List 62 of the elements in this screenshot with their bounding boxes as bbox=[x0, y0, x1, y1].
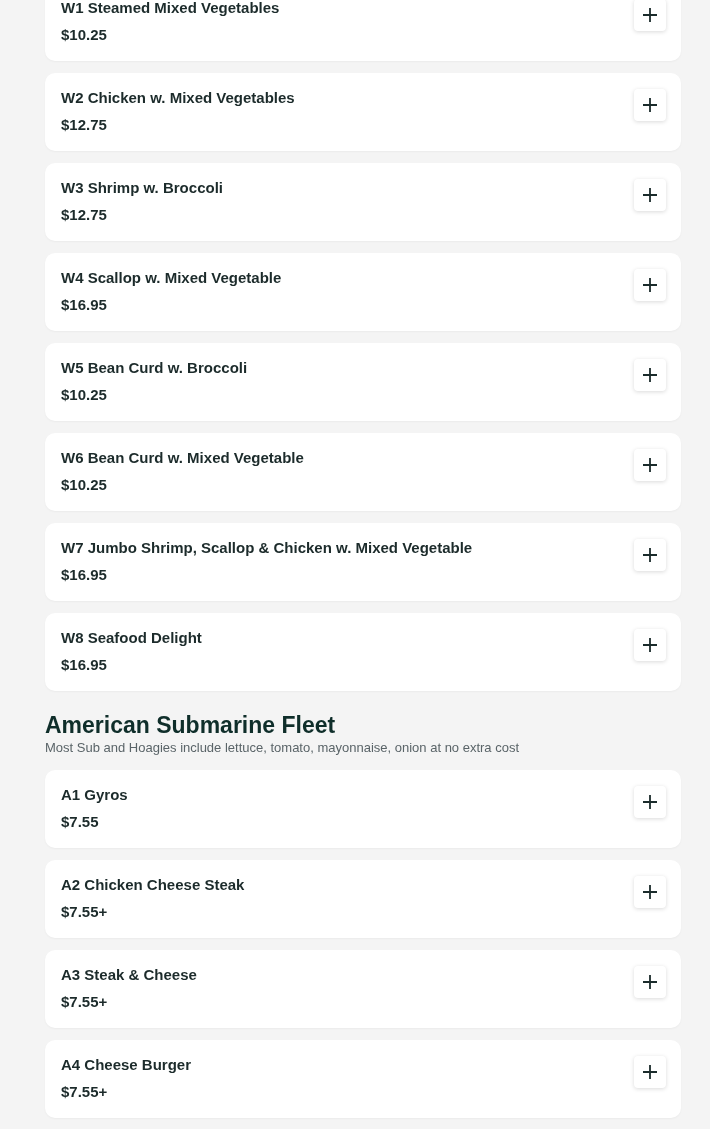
menu-item-card[interactable]: A3 Steak & Cheese $7.55+ bbox=[45, 950, 681, 1028]
item-name: W5 Bean Curd w. Broccoli bbox=[61, 358, 248, 378]
item-name: W8 Seafood Delight bbox=[61, 628, 202, 648]
item-name: W4 Scallop w. Mixed Vegetable bbox=[61, 268, 282, 288]
menu-item-card[interactable]: W1 Steamed Mixed Vegetables $10.25 bbox=[45, 0, 681, 61]
add-button[interactable] bbox=[634, 89, 666, 121]
item-price: $7.55+ bbox=[61, 992, 109, 1012]
plus-icon bbox=[642, 277, 658, 293]
item-price: $12.75 bbox=[61, 205, 108, 225]
item-price: $10.25 bbox=[61, 385, 108, 405]
plus-icon bbox=[642, 7, 658, 23]
plus-icon bbox=[642, 1064, 658, 1080]
menu-item-card[interactable]: W8 Seafood Delight $16.95 bbox=[45, 613, 681, 691]
item-price: $10.25 bbox=[61, 475, 108, 495]
menu-item-card[interactable]: A2 Chicken Cheese Steak $7.55+ bbox=[45, 860, 681, 938]
menu-item-card[interactable]: W3 Shrimp w. Broccoli $12.75 bbox=[45, 163, 681, 241]
plus-icon bbox=[642, 457, 658, 473]
item-price: $16.95 bbox=[61, 565, 108, 585]
add-button[interactable] bbox=[634, 966, 666, 998]
menu-item-card[interactable]: A4 Cheese Burger $7.55+ bbox=[45, 1040, 681, 1118]
item-name: A1 Gyros bbox=[61, 785, 128, 805]
item-price: $12.75 bbox=[61, 115, 108, 135]
add-button[interactable] bbox=[634, 539, 666, 571]
item-price: $16.95 bbox=[61, 295, 108, 315]
plus-icon bbox=[642, 547, 658, 563]
menu-item-card[interactable]: W6 Bean Curd w. Mixed Vegetable $10.25 bbox=[45, 433, 681, 511]
add-button[interactable] bbox=[634, 0, 666, 31]
plus-icon bbox=[642, 974, 658, 990]
add-button[interactable] bbox=[634, 1056, 666, 1088]
plus-icon bbox=[642, 884, 658, 900]
add-button[interactable] bbox=[634, 179, 666, 211]
add-button[interactable] bbox=[634, 269, 666, 301]
plus-icon bbox=[642, 97, 658, 113]
plus-icon bbox=[642, 187, 658, 203]
item-name: W1 Steamed Mixed Vegetables bbox=[61, 0, 280, 18]
section-title: American Submarine Fleet bbox=[45, 711, 337, 739]
item-price: $7.55 bbox=[61, 812, 100, 832]
add-button[interactable] bbox=[634, 876, 666, 908]
item-price: $10.25 bbox=[61, 25, 108, 45]
item-name: W7 Jumbo Shrimp, Scallop & Chicken w. Mixed Vegetable bbox=[61, 538, 473, 558]
item-name: W6 Bean Curd w. Mixed Vegetable bbox=[61, 448, 304, 468]
menu-item-card[interactable]: A1 Gyros $7.55 bbox=[45, 770, 681, 848]
item-price: $16.95 bbox=[61, 655, 108, 675]
item-name: W2 Chicken w. Mixed Vegetables bbox=[61, 88, 295, 108]
add-button[interactable] bbox=[634, 449, 666, 481]
add-button[interactable] bbox=[634, 786, 666, 818]
item-price: $7.55+ bbox=[61, 1082, 109, 1102]
item-name: A3 Steak & Cheese bbox=[61, 965, 197, 985]
item-name: A2 Chicken Cheese Steak bbox=[61, 875, 245, 895]
add-button[interactable] bbox=[634, 629, 666, 661]
section-description: Most Sub and Hoagies include lettuce, tomato, mayonnaise, onion at no extra cost bbox=[45, 739, 521, 757]
menu-item-card[interactable]: W7 Jumbo Shrimp, Scallop & Chicken w. Mixed Vegetable $16.95 bbox=[45, 523, 681, 601]
item-name: A4 Cheese Burger bbox=[61, 1055, 192, 1075]
plus-icon bbox=[642, 367, 658, 383]
menu-item-card[interactable]: W4 Scallop w. Mixed Vegetable $16.95 bbox=[45, 253, 681, 331]
add-button[interactable] bbox=[634, 359, 666, 391]
menu-item-card[interactable]: W2 Chicken w. Mixed Vegetables $12.75 bbox=[45, 73, 681, 151]
item-price: $7.55+ bbox=[61, 902, 109, 922]
item-name: W3 Shrimp w. Broccoli bbox=[61, 178, 223, 198]
menu-item-card[interactable]: W5 Bean Curd w. Broccoli $10.25 bbox=[45, 343, 681, 421]
plus-icon bbox=[642, 637, 658, 653]
plus-icon bbox=[642, 794, 658, 810]
